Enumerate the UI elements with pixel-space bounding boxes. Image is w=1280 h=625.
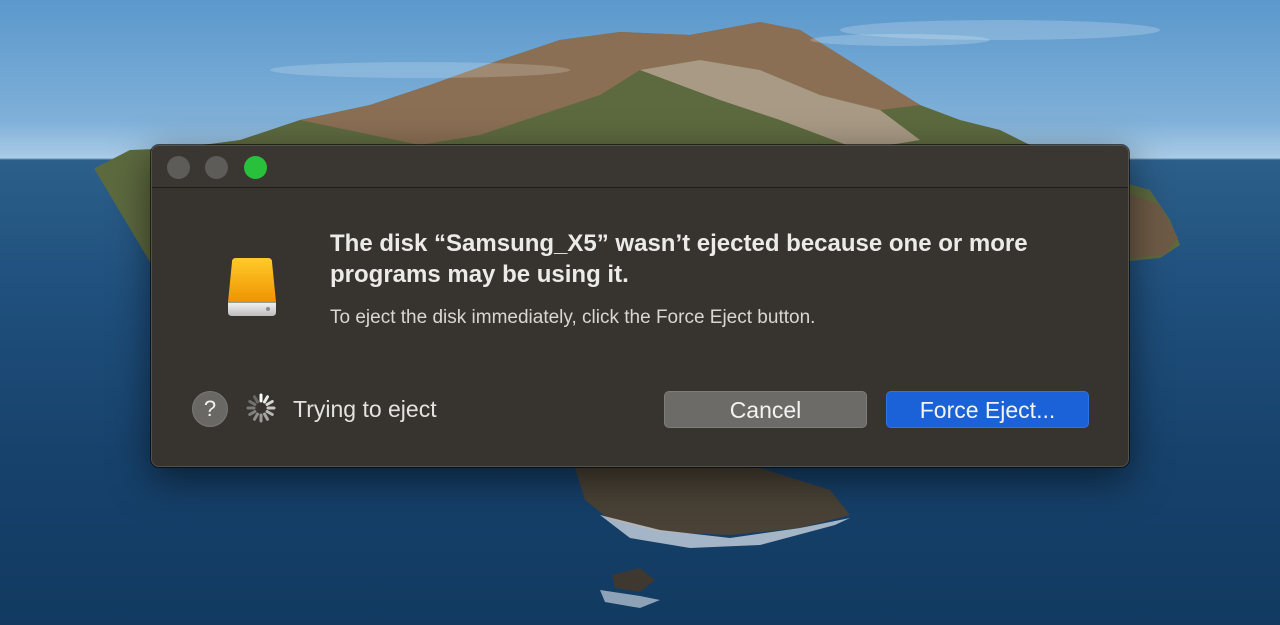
progress-spinner-icon: [246, 393, 276, 423]
desktop: The disk “Samsung_X5” wasn’t ejected bec…: [0, 0, 1280, 625]
minimize-window-button[interactable]: [205, 156, 228, 179]
eject-alert-dialog: The disk “Samsung_X5” wasn’t ejected bec…: [151, 145, 1129, 467]
zoom-window-button[interactable]: [244, 156, 267, 179]
close-window-button[interactable]: [167, 156, 190, 179]
force-eject-button[interactable]: Force Eject...: [886, 391, 1089, 428]
dialog-titlebar: [152, 146, 1128, 188]
external-disk-icon: [228, 258, 276, 316]
help-button[interactable]: ?: [192, 391, 228, 427]
dialog-message: To eject the disk immediately, click the…: [330, 307, 816, 328]
status-text: Trying to eject: [293, 396, 437, 422]
dialog-heading: The disk “Samsung_X5” wasn’t ejected bec…: [330, 230, 1028, 288]
cancel-button[interactable]: Cancel: [664, 391, 867, 428]
